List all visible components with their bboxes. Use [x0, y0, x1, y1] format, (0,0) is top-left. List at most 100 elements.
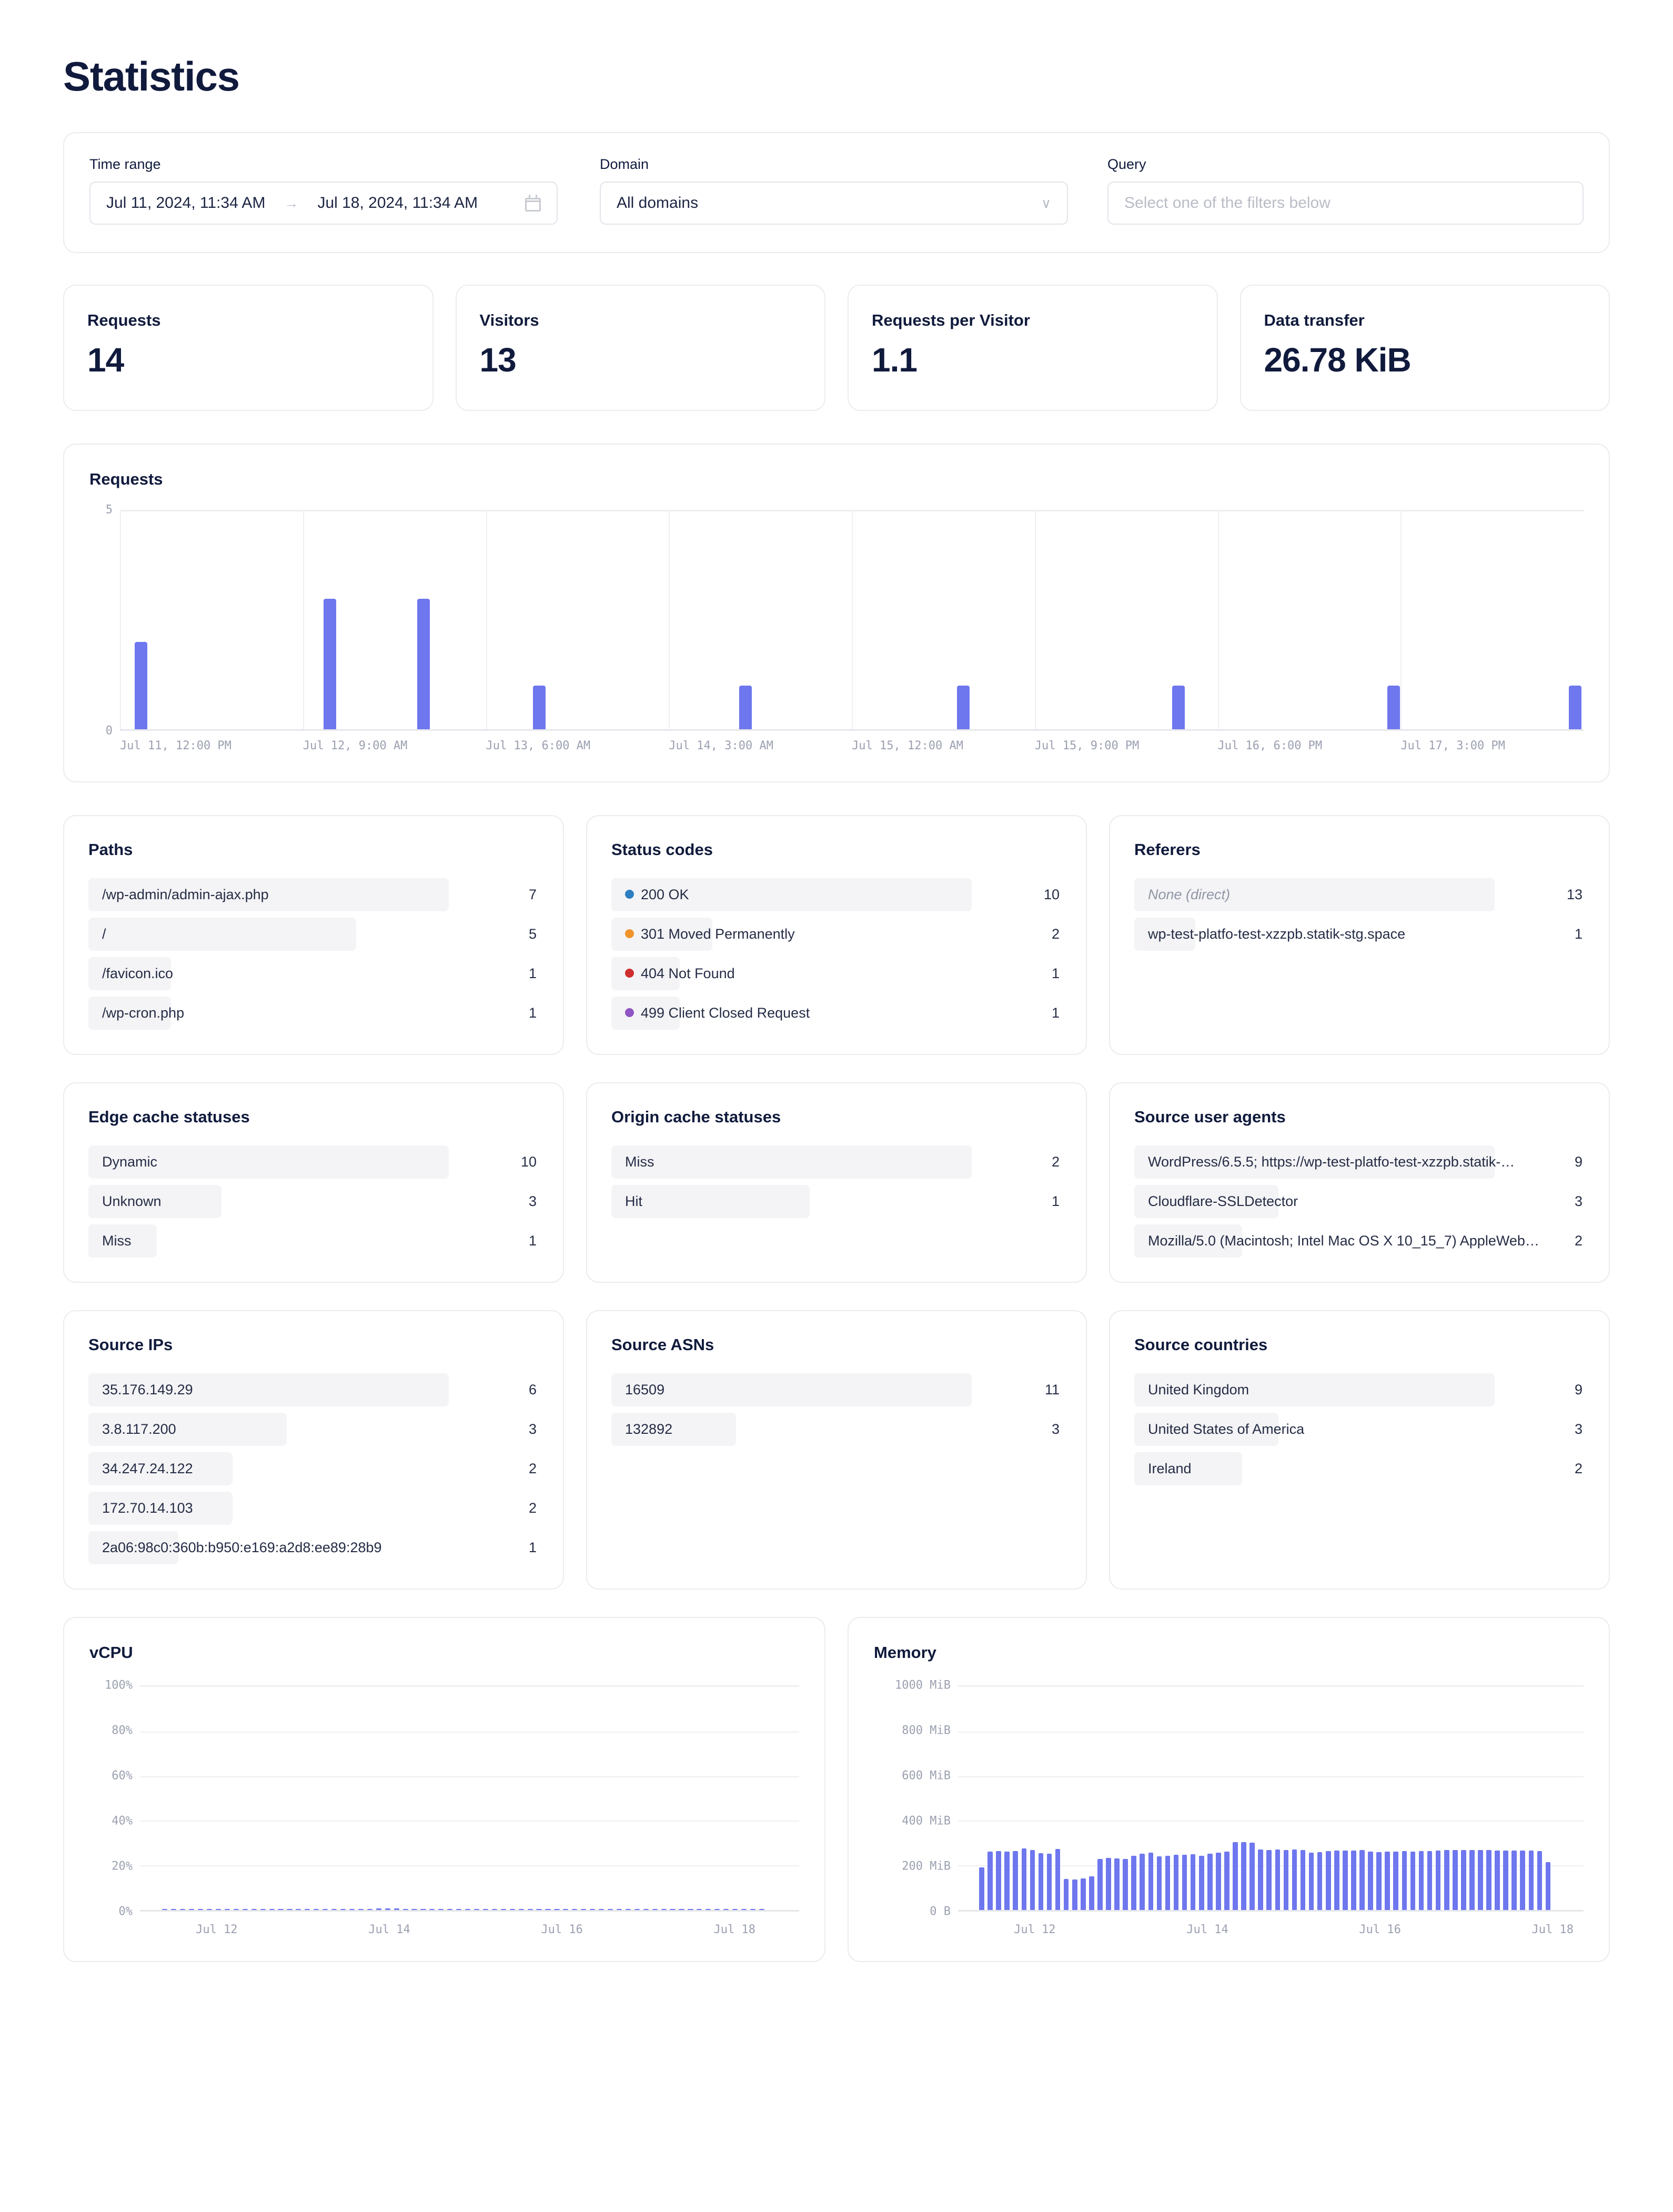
chart-bar[interactable]	[536, 1908, 542, 1910]
chart-bar[interactable]	[1537, 1851, 1543, 1910]
chart-bar[interactable]	[1520, 1851, 1526, 1910]
chart-bar[interactable]	[438, 1908, 444, 1910]
chart-bar[interactable]	[1503, 1851, 1508, 1910]
calendar-icon[interactable]	[525, 195, 541, 212]
chart-bar[interactable]	[1275, 1849, 1281, 1910]
chart-bar[interactable]	[679, 1908, 684, 1910]
chart-bar[interactable]	[1224, 1851, 1229, 1910]
list-item[interactable]: 200 OK 10	[611, 875, 1062, 914]
chart-bar[interactable]	[1385, 1851, 1390, 1910]
chart-bar[interactable]	[1173, 1854, 1179, 1910]
chart-bar[interactable]	[759, 1909, 764, 1910]
chart-bar[interactable]	[385, 1908, 390, 1910]
chart-bar[interactable]	[1545, 1862, 1551, 1910]
chart-bar[interactable]	[314, 1908, 319, 1910]
chart-bar[interactable]	[1190, 1854, 1196, 1910]
list-item[interactable]: Cloudflare-SSLDetector 3	[1134, 1182, 1585, 1221]
chart-bar[interactable]	[625, 1908, 631, 1910]
chart-bar[interactable]	[1198, 1855, 1204, 1910]
chart-bar[interactable]	[1172, 686, 1185, 729]
chart-bar[interactable]	[1233, 1842, 1238, 1910]
list-item[interactable]: 34.247.24.122 2	[88, 1449, 539, 1489]
chart-bar[interactable]	[750, 1908, 756, 1910]
chart-bar[interactable]	[518, 1908, 524, 1910]
chart-bar[interactable]	[1004, 1851, 1010, 1910]
chart-bar[interactable]	[491, 1908, 497, 1910]
chart-bar[interactable]	[198, 1908, 204, 1910]
chart-bar[interactable]	[242, 1908, 248, 1910]
list-item[interactable]: 404 Not Found 1	[611, 954, 1062, 993]
list-item[interactable]: Unknown 3	[88, 1182, 539, 1221]
list-item[interactable]: Miss 1	[88, 1221, 539, 1261]
list-item[interactable]: /favicon.ico 1	[88, 954, 539, 993]
chart-bar[interactable]	[1300, 1850, 1306, 1910]
chart-bar[interactable]	[643, 1908, 649, 1910]
list-item[interactable]: 35.176.149.29 6	[88, 1370, 539, 1410]
chart-bar[interactable]	[394, 1908, 399, 1910]
chart-bar[interactable]	[957, 686, 970, 729]
chart-bar[interactable]	[688, 1908, 693, 1910]
chart-bar[interactable]	[1013, 1851, 1019, 1910]
chart-bar[interactable]	[652, 1908, 658, 1910]
chart-bar[interactable]	[1063, 1879, 1069, 1910]
chart-bar[interactable]	[532, 686, 546, 729]
chart-bar[interactable]	[697, 1908, 702, 1910]
chart-bar[interactable]	[447, 1908, 453, 1910]
chart-bar[interactable]	[1393, 1851, 1399, 1910]
chart-bar[interactable]	[1387, 686, 1400, 729]
chart-bar[interactable]	[411, 1908, 417, 1910]
vcpu-chart-plot[interactable]	[140, 1685, 799, 1912]
chart-bar[interactable]	[723, 1908, 729, 1910]
chart-bar[interactable]	[1241, 1842, 1246, 1910]
chart-bar[interactable]	[599, 1908, 604, 1910]
chart-bar[interactable]	[1308, 1852, 1314, 1910]
time-range-input[interactable]: Jul 11, 2024, 11:34 AM → Jul 18, 2024, 1…	[89, 182, 558, 225]
list-item[interactable]: United States of America 3	[1134, 1410, 1585, 1449]
list-item[interactable]: None (direct) 13	[1134, 875, 1585, 914]
chart-bar[interactable]	[429, 1908, 435, 1910]
chart-bar[interactable]	[1021, 1848, 1027, 1910]
chart-bar[interactable]	[1106, 1858, 1111, 1910]
chart-bar[interactable]	[233, 1908, 239, 1910]
chart-bar[interactable]	[1334, 1851, 1339, 1910]
chart-bar[interactable]	[367, 1908, 372, 1910]
list-item[interactable]: Ireland 2	[1134, 1449, 1585, 1489]
chart-bar[interactable]	[1089, 1876, 1094, 1910]
chart-bar[interactable]	[180, 1908, 186, 1910]
chart-bar[interactable]	[979, 1867, 984, 1910]
chart-bar[interactable]	[590, 1908, 596, 1910]
chart-bar[interactable]	[269, 1908, 275, 1910]
chart-bar[interactable]	[1030, 1850, 1035, 1910]
chart-bar[interactable]	[260, 1908, 266, 1910]
chart-bar[interactable]	[134, 642, 147, 729]
chart-bar[interactable]	[189, 1908, 195, 1910]
list-item[interactable]: 132892 3	[611, 1410, 1062, 1449]
chart-bar[interactable]	[1469, 1850, 1475, 1910]
chart-bar[interactable]	[1283, 1849, 1289, 1910]
chart-bar[interactable]	[554, 1908, 560, 1910]
list-item[interactable]: 16509 11	[611, 1370, 1062, 1410]
chart-bar[interactable]	[1038, 1853, 1044, 1910]
list-item[interactable]: /wp-cron.php 1	[88, 993, 539, 1033]
chart-bar[interactable]	[456, 1908, 462, 1910]
chart-bar[interactable]	[706, 1908, 711, 1910]
chart-bar[interactable]	[741, 1908, 747, 1910]
chart-bar[interactable]	[323, 598, 336, 729]
chart-bar[interactable]	[500, 1908, 506, 1910]
chart-bar[interactable]	[1435, 1851, 1441, 1910]
chart-bar[interactable]	[1511, 1851, 1517, 1910]
list-item[interactable]: Miss 2	[611, 1142, 1062, 1182]
chart-bar[interactable]	[714, 1908, 720, 1910]
list-item[interactable]: 3.8.117.200 3	[88, 1410, 539, 1449]
chart-bar[interactable]	[1258, 1849, 1264, 1910]
chart-bar[interactable]	[402, 1908, 408, 1910]
chart-bar[interactable]	[1325, 1851, 1331, 1910]
list-item[interactable]: 499 Client Closed Request 1	[611, 993, 1062, 1033]
chart-bar[interactable]	[1427, 1851, 1433, 1910]
chart-bar[interactable]	[287, 1908, 293, 1910]
chart-bar[interactable]	[1266, 1849, 1272, 1910]
list-item[interactable]: /5	[88, 914, 539, 954]
chart-bar[interactable]	[162, 1909, 168, 1910]
chart-bar[interactable]	[1452, 1850, 1458, 1910]
chart-bar[interactable]	[739, 686, 752, 729]
